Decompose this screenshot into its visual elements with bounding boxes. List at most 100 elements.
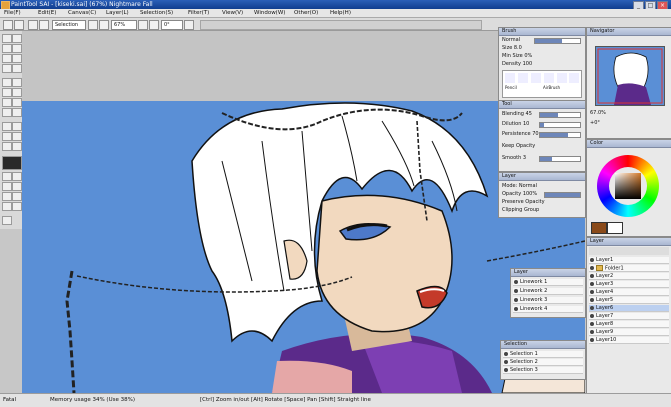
menu-filter[interactable]: Filter(T) <box>188 9 209 17</box>
preset-water-icon[interactable] <box>544 73 554 83</box>
preset-airbrush-icon[interactable] <box>518 73 528 83</box>
toolbar-tabs[interactable] <box>200 20 482 30</box>
menu-edit[interactable]: Edit(E) <box>38 9 56 17</box>
layer-row[interactable]: Layer10 <box>589 337 669 344</box>
saturation-square[interactable] <box>615 173 641 199</box>
preset-pencil-icon[interactable] <box>505 73 515 83</box>
weight-tool-icon[interactable] <box>2 132 12 141</box>
text-tool-icon[interactable] <box>2 172 12 181</box>
brush-presets[interactable]: Pencil AirBrush <box>502 70 582 98</box>
magic-wand-icon[interactable] <box>2 44 12 53</box>
layer-row-selected[interactable]: Layer6 <box>589 305 669 312</box>
navigator-preview[interactable] <box>595 46 665 106</box>
deselect-icon[interactable] <box>28 20 38 30</box>
zoom-field[interactable]: 67% <box>111 20 137 30</box>
status-bar: Fatal Memory usage 34% (Use 38%) [Ctrl] … <box>0 393 671 407</box>
float-layer-row[interactable]: Linework 4 <box>513 306 583 313</box>
menu-file[interactable]: File(F) <box>4 9 21 17</box>
rotate-right-icon[interactable] <box>149 20 159 30</box>
menu-layer[interactable]: Layer(L) <box>106 9 129 17</box>
zoom-tool-icon[interactable] <box>2 54 12 63</box>
curve-tool-icon[interactable] <box>2 122 12 131</box>
tool-keep-opacity[interactable]: Keep Opacity <box>502 143 582 149</box>
undo-icon[interactable] <box>3 20 13 30</box>
menu-view[interactable]: View(V) <box>222 9 243 17</box>
lasso-tool-icon[interactable] <box>12 34 22 43</box>
eyedropper-icon[interactable] <box>12 64 22 73</box>
menu-canvas[interactable]: Canvas(C) <box>68 9 96 17</box>
navigator-zoom[interactable]: 67.0% <box>590 110 668 116</box>
layer-row[interactable]: Layer1 <box>589 257 669 264</box>
preserve-opacity[interactable]: Preserve Opacity <box>502 199 582 205</box>
dilution-slider[interactable] <box>539 122 581 128</box>
preset-eraser-icon[interactable] <box>569 73 579 83</box>
angle-field[interactable]: 0° <box>161 20 183 30</box>
water-tool-icon[interactable] <box>12 88 22 97</box>
settings-icon[interactable] <box>2 216 12 225</box>
rotate-tool-icon[interactable] <box>12 54 22 63</box>
persistence-slider[interactable] <box>539 132 581 138</box>
selection-dropdown[interactable]: Selection <box>52 20 86 30</box>
hue-ring[interactable] <box>597 155 659 217</box>
color-tool-icon[interactable] <box>12 132 22 141</box>
float-selection-row[interactable]: Selection 2 <box>503 359 583 366</box>
layer-row[interactable]: Layer7 <box>589 313 669 320</box>
zoom-in-icon[interactable] <box>99 20 109 30</box>
invert-selection-icon[interactable] <box>39 20 49 30</box>
float-layer-row[interactable]: Linework 3 <box>513 297 583 304</box>
layer-row[interactable]: Layer4 <box>589 289 669 296</box>
blending-slider[interactable] <box>539 112 581 118</box>
brush-tool-icon[interactable] <box>2 88 12 97</box>
layer-row[interactable]: Folder1 <box>589 265 669 272</box>
layer-toolbar[interactable] <box>589 247 669 255</box>
pattern-icon[interactable] <box>2 182 12 191</box>
brush-size-slider[interactable] <box>534 38 581 44</box>
current-color-swatch[interactable] <box>591 222 607 234</box>
navigator-angle[interactable]: +0° <box>590 120 668 126</box>
float-selection-row[interactable]: Selection 3 <box>503 367 583 374</box>
eraser-tool-icon[interactable] <box>12 98 22 107</box>
symmetry-icon[interactable] <box>12 202 22 211</box>
menu-help[interactable]: Help(H) <box>330 9 351 17</box>
primary-color-swatch[interactable] <box>2 156 22 170</box>
marker-tool-icon[interactable] <box>2 98 12 107</box>
airbrush-tool-icon[interactable] <box>12 78 22 87</box>
rotate-left-icon[interactable] <box>138 20 148 30</box>
perspective-icon[interactable] <box>12 192 22 201</box>
move-tool-icon[interactable] <box>12 44 22 53</box>
ruler-icon[interactable] <box>2 202 12 211</box>
zoom-out-icon[interactable] <box>88 20 98 30</box>
redo-icon[interactable] <box>14 20 24 30</box>
binary-pen-icon[interactable] <box>12 108 22 117</box>
opacity-slider[interactable] <box>544 192 581 198</box>
menu-selection[interactable]: Selection(S) <box>140 9 173 17</box>
menu-other[interactable]: Other(O) <box>294 9 318 17</box>
layer-row[interactable]: Layer5 <box>589 297 669 304</box>
menu-window[interactable]: Window(W) <box>254 9 285 17</box>
pressure-tool-icon[interactable] <box>12 142 22 151</box>
line-tool-icon[interactable] <box>12 122 22 131</box>
edit-tool-icon[interactable] <box>2 142 12 151</box>
clipping-group[interactable]: Clipping Group <box>502 207 582 213</box>
layer-mode[interactable]: Mode: Normal <box>502 183 582 189</box>
transform-icon[interactable] <box>2 192 12 201</box>
float-layer-row[interactable]: Linework 1 <box>513 279 583 286</box>
swap-color-icon[interactable] <box>12 172 22 181</box>
layer-row[interactable]: Layer8 <box>589 321 669 328</box>
bucket-tool-icon[interactable] <box>2 108 12 117</box>
hand-tool-icon[interactable] <box>2 64 12 73</box>
layer-row[interactable]: Layer9 <box>589 329 669 336</box>
float-layer-row[interactable]: Linework 2 <box>513 288 583 295</box>
texture-icon[interactable] <box>12 182 22 191</box>
secondary-color-swatch[interactable] <box>607 222 623 234</box>
float-layer-name: Linework 1 <box>520 279 548 285</box>
preset-brush-icon[interactable] <box>531 73 541 83</box>
layer-row[interactable]: Layer3 <box>589 281 669 288</box>
smooth-slider[interactable] <box>539 156 581 162</box>
preset-marker-icon[interactable] <box>557 73 567 83</box>
select-tool-icon[interactable] <box>2 34 12 43</box>
layer-row[interactable]: Layer2 <box>589 273 669 280</box>
flip-icon[interactable] <box>184 20 194 30</box>
pen-tool-icon[interactable] <box>2 78 12 87</box>
float-selection-row[interactable]: Selection 1 <box>503 351 583 358</box>
